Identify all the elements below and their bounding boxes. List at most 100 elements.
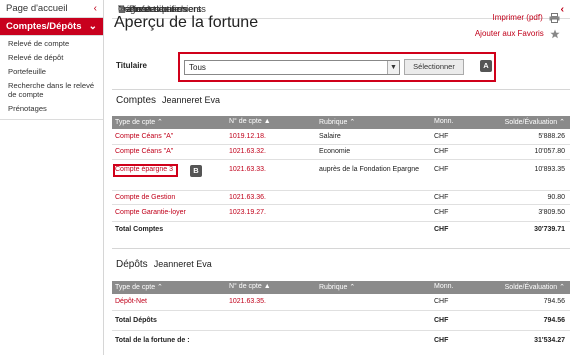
- account-currency: CHF: [434, 148, 449, 155]
- deposits-table-header: Type de cpte ⌃ N° de cpte ▲ Rubrique ⌃ M…: [112, 281, 570, 294]
- table-row: Compte Céans "A" 1019.12.18. Salaire CHF…: [112, 129, 570, 145]
- table-row: Compte Garantie-loyer 1023.19.27. CHF 3'…: [112, 205, 570, 222]
- deposits-section-title: Dépôts Jeanneret Eva: [116, 259, 212, 270]
- col-header-type[interactable]: Type de cpte ⌃: [115, 118, 163, 126]
- col-header-label: Solde/Évaluation: [504, 119, 558, 126]
- accounts-owner: Jeanneret Eva: [162, 95, 221, 105]
- total-value: 794.56: [543, 317, 565, 324]
- total-label: Total Dépôts: [115, 317, 157, 324]
- deposit-type-link[interactable]: Dépôt-Net: [115, 298, 147, 305]
- col-header-rubric[interactable]: Rubrique ⌃: [319, 283, 355, 291]
- accounts-section-title: Comptes Jeanneret Eva: [116, 95, 220, 106]
- add-favorites-label: Ajouter aux Favoris: [474, 29, 544, 39]
- sidebar-item-accounts[interactable]: Comptes/Dépôts ⌄: [0, 18, 103, 36]
- printer-icon: [549, 13, 560, 23]
- grand-total-label: Total de la fortune de :: [115, 337, 190, 344]
- dropdown-arrow-icon[interactable]: ▼: [387, 61, 399, 74]
- account-type-link[interactable]: Compte épargne 3: [115, 166, 173, 173]
- col-header-balance[interactable]: Solde/Évaluation ⌃: [505, 283, 565, 291]
- submenu-portfolio[interactable]: Portefeuille: [0, 65, 103, 79]
- account-currency: CHF: [434, 133, 449, 140]
- total-row: Total Comptes CHF 30'739.71: [112, 222, 570, 239]
- accounts-table: Type de cpte ⌃ N° de cpte ▲ Rubrique ⌃ M…: [112, 116, 570, 239]
- sidebar-item-label: Comptes/Dépôts: [6, 21, 82, 32]
- col-header-label: N° de cpte: [229, 283, 262, 290]
- col-header-balance[interactable]: Solde/Évaluation ⌃: [505, 118, 565, 126]
- deposits-title: Dépôts: [116, 259, 148, 270]
- table-row: Dépôt-Net 1021.63.35. CHF 794.56: [112, 294, 570, 311]
- print-pdf-link[interactable]: Imprimer (pdf): [493, 13, 560, 23]
- print-pdf-label: Imprimer (pdf): [492, 13, 543, 23]
- submenu-search-statement[interactable]: Recherche dans le relevé de compte: [0, 79, 103, 102]
- submenu-prenotations[interactable]: Prénotages: [0, 102, 103, 116]
- table-row: Compte de Gestion 1021.63.36. CHF 90.80: [112, 191, 570, 205]
- col-header-type[interactable]: Type de cpte ⌃: [115, 283, 163, 291]
- chevron-down-icon: ⌄: [88, 21, 97, 32]
- grand-total-row: Total de la fortune de : CHF 31'534.27: [112, 331, 570, 351]
- total-label: Total Comptes: [115, 226, 164, 233]
- divider: [112, 89, 570, 90]
- deposit-balance: 794.56: [543, 298, 565, 305]
- account-balance: 3'809.50: [538, 209, 565, 216]
- account-number-link[interactable]: 1019.12.18.: [229, 133, 266, 140]
- account-balance: 10'057.80: [534, 148, 565, 155]
- account-rubric: Salaire: [319, 133, 341, 140]
- table-row: Compte Céans "A" 1021.63.32. Economie CH…: [112, 145, 570, 160]
- accounts-table-header: Type de cpte ⌃ N° de cpte ▲ Rubrique ⌃ M…: [112, 116, 570, 129]
- account-balance: 90.80: [547, 194, 565, 201]
- deposit-number-link[interactable]: 1021.63.35.: [229, 298, 266, 305]
- annotation-badge-b: B: [190, 165, 202, 177]
- chevron-left-icon: ‹: [93, 3, 97, 14]
- sidebar-submenu: Relevé de compte Relevé de dépôt Portefe…: [0, 36, 103, 120]
- submenu-account-statement[interactable]: Relevé de compte: [0, 37, 103, 51]
- account-rubric: Economie: [319, 148, 351, 155]
- col-header-label: Solde/Évaluation: [504, 284, 558, 291]
- account-currency: CHF: [434, 166, 449, 173]
- table-row: Compte épargne 3 B 1021.63.33. auprès de…: [112, 160, 570, 191]
- col-header-currency: Monn.: [434, 118, 454, 125]
- deposit-currency: CHF: [434, 298, 449, 305]
- account-number-link[interactable]: 1021.63.33.: [229, 166, 266, 173]
- account-type-link[interactable]: Compte de Gestion: [115, 194, 175, 201]
- total-value: 30'739.71: [534, 226, 565, 233]
- holder-select[interactable]: Tous ▼: [184, 60, 400, 75]
- star-icon: [550, 29, 560, 39]
- page-title: Aperçu de la fortune: [114, 14, 259, 31]
- grand-total-currency: CHF: [434, 337, 449, 344]
- deposits-table: Type de cpte ⌃ N° de cpte ▲ Rubrique ⌃ M…: [112, 281, 570, 351]
- account-currency: CHF: [434, 209, 449, 216]
- holder-select-value: Tous: [189, 63, 206, 72]
- sidebar-item-label: Page d'accueil: [6, 3, 68, 14]
- account-number-link[interactable]: 1023.19.27.: [229, 209, 266, 216]
- grand-total-value: 31'534.27: [534, 337, 565, 344]
- annotation-badge-a: A: [480, 60, 492, 72]
- col-header-number[interactable]: N° de cpte ▲: [229, 118, 271, 125]
- deposits-owner: Jeanneret Eva: [153, 259, 212, 269]
- accounts-title: Comptes: [116, 95, 157, 106]
- col-header-label: Rubrique: [319, 284, 348, 291]
- select-button[interactable]: Sélectionner: [404, 59, 464, 75]
- sidebar-item-home[interactable]: Page d'accueil ‹: [0, 0, 103, 18]
- holder-label: Titulaire: [116, 61, 147, 70]
- col-header-label: Type de cpte: [115, 119, 156, 126]
- account-type-link[interactable]: Compte Céans "A": [115, 133, 173, 140]
- col-header-label: Rubrique: [319, 119, 348, 126]
- col-header-currency: Monn.: [434, 283, 454, 290]
- account-number-link[interactable]: 1021.63.36.: [229, 194, 266, 201]
- sidebar: Page d'accueil ‹ Comptes/Dépôts ⌄ Relevé…: [0, 0, 570, 355]
- account-balance: 10'893.35: [534, 166, 565, 173]
- col-header-number[interactable]: N° de cpte ▲: [229, 283, 271, 290]
- divider: [112, 248, 570, 249]
- add-favorites-link[interactable]: Ajouter aux Favoris: [475, 29, 560, 39]
- main-content: Aperçu de la fortune Imprimer (pdf) Ajou…: [112, 0, 570, 355]
- account-type-link[interactable]: Compte Céans "A": [115, 148, 173, 155]
- col-header-label: N° de cpte: [229, 118, 262, 125]
- submenu-deposit-statement[interactable]: Relevé de dépôt: [0, 51, 103, 65]
- account-rubric: auprès de la Fondation Epargne: [319, 166, 420, 173]
- account-type-link[interactable]: Compte Garantie-loyer: [115, 209, 186, 216]
- account-currency: CHF: [434, 194, 449, 201]
- total-currency: CHF: [434, 317, 449, 324]
- col-header-rubric[interactable]: Rubrique ⌃: [319, 118, 355, 126]
- col-header-label: Type de cpte: [115, 284, 156, 291]
- account-number-link[interactable]: 1021.63.32.: [229, 148, 266, 155]
